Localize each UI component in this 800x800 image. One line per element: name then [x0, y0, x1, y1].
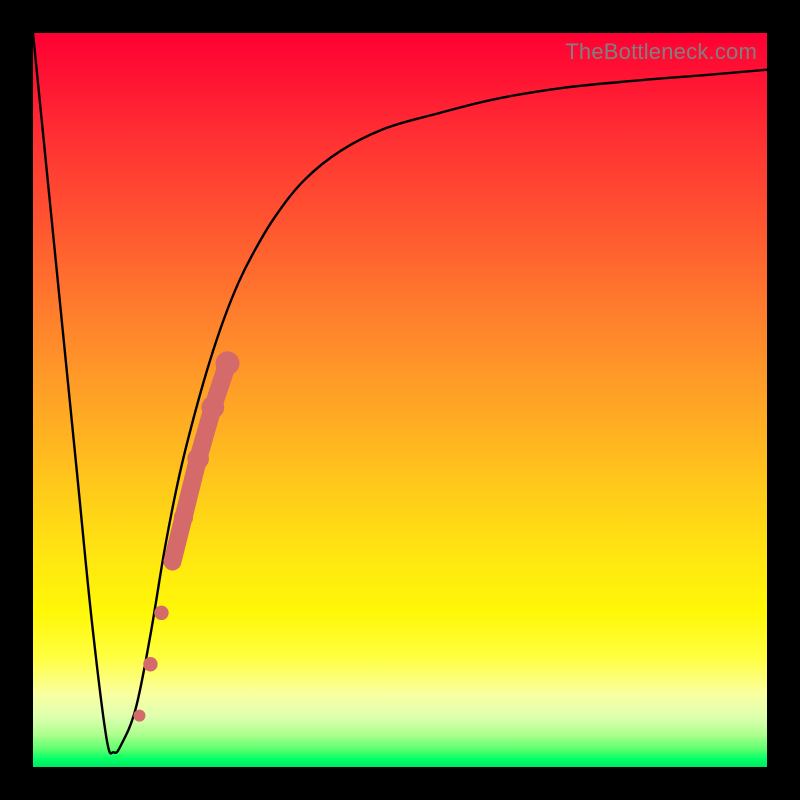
highlight-dot [201, 396, 224, 419]
chart-svg [33, 33, 767, 767]
highlight-dot [216, 351, 240, 375]
highlight-dot [154, 606, 168, 620]
dots-layer [133, 351, 239, 721]
highlight-dot [187, 448, 209, 470]
highlight-dot [174, 508, 193, 527]
highlight-dot [143, 657, 157, 671]
highlight-dot [164, 553, 181, 570]
curve-layer [33, 33, 767, 753]
plot-area: TheBottleneck.com [33, 33, 767, 767]
bottleneck-curve [33, 33, 767, 753]
highlight-dot [133, 710, 145, 722]
chart-frame: TheBottleneck.com [0, 0, 800, 800]
